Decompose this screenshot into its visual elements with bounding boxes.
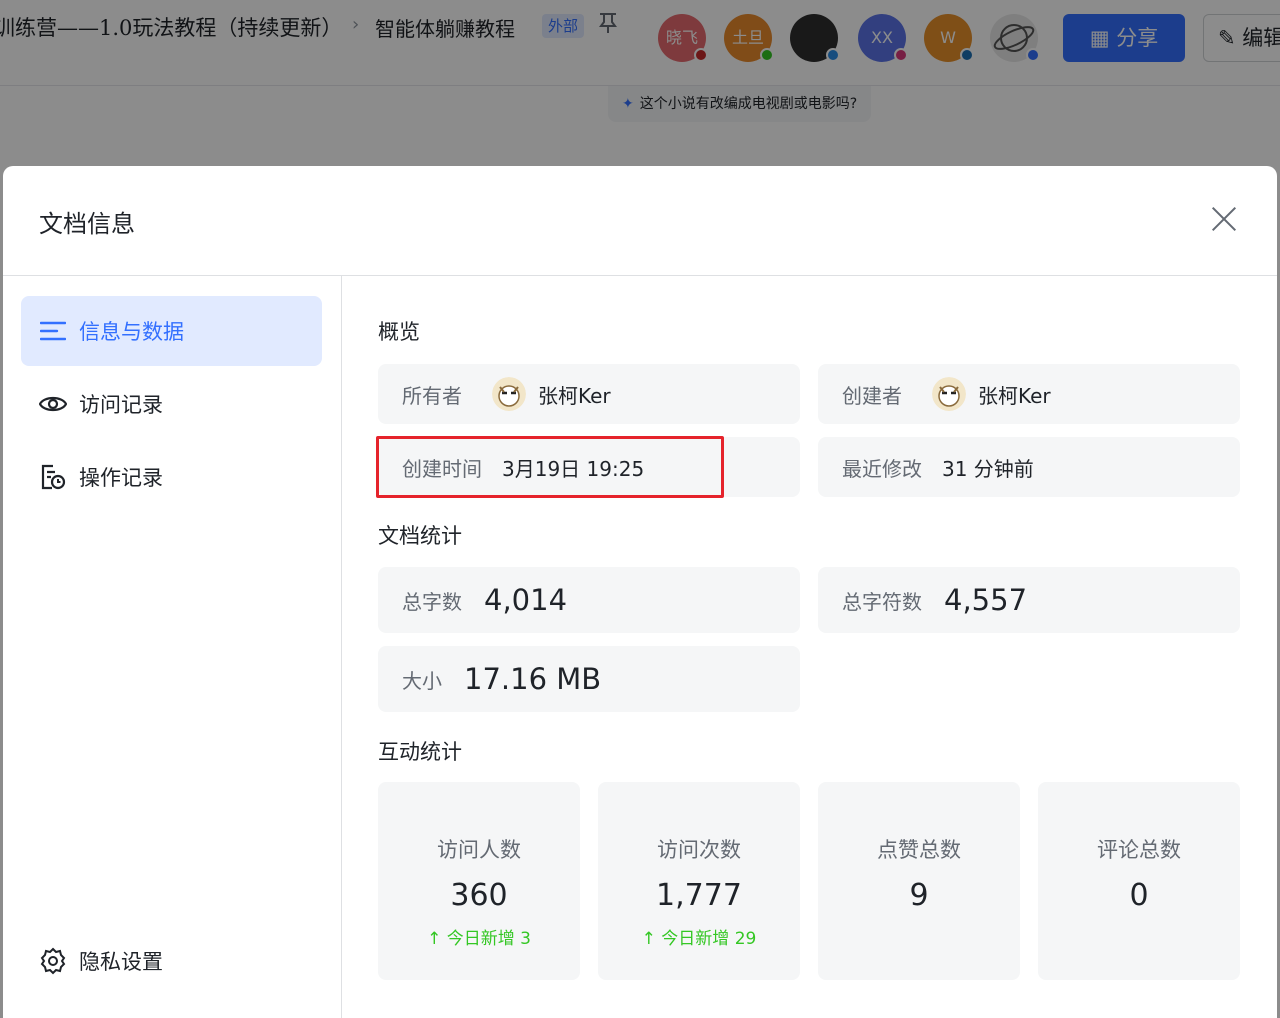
word-count-label: 总字数 <box>402 589 462 614</box>
stat-value: 0 <box>1129 878 1149 913</box>
overview-title: 概览 <box>378 320 420 344</box>
nav-visit-records[interactable]: 访问记录 <box>21 369 322 439</box>
visitors-stat: 访问人数 360 ↑ 今日新增 3 <box>378 782 580 980</box>
visits-stat: 访问次数 1,777 ↑ 今日新增 29 <box>598 782 800 980</box>
user-avatar[interactable] <box>932 377 966 411</box>
char-count-value: 4,557 <box>944 583 1028 617</box>
nav-label: 隐私设置 <box>79 950 163 974</box>
owner-label: 所有者 <box>402 383 462 408</box>
owner-card: 所有者 张柯Ker <box>378 364 800 424</box>
eye-icon <box>39 390 67 418</box>
nav-label: 信息与数据 <box>79 320 184 344</box>
last-modified-label: 最近修改 <box>842 456 922 481</box>
stat-label: 评论总数 <box>1097 838 1181 862</box>
stat-value: 9 <box>909 878 929 913</box>
nav-operation-records[interactable]: 操作记录 <box>21 442 322 512</box>
stat-increase: ↑ 今日新增 29 <box>641 929 757 949</box>
nav-privacy-settings[interactable]: 隐私设置 <box>21 926 322 996</box>
likes-stat: 点赞总数 9 <box>818 782 1020 980</box>
creator-label: 创建者 <box>842 383 902 408</box>
last-modified-value: 31 分钟前 <box>942 456 1034 481</box>
size-card: 大小 17.16 MB <box>378 646 800 712</box>
stat-value: 360 <box>450 878 508 913</box>
creator-card: 创建者 张柯Ker <box>818 364 1240 424</box>
last-modified-card: 最近修改 31 分钟前 <box>818 437 1240 497</box>
size-label: 大小 <box>402 668 442 693</box>
red-highlight-box <box>376 436 724 498</box>
word-count-value: 4,014 <box>484 583 568 617</box>
document-stats-title: 文档统计 <box>378 524 462 548</box>
stat-label: 点赞总数 <box>877 838 961 862</box>
stat-increase: ↑ 今日新增 3 <box>427 929 531 949</box>
stat-value: 1,777 <box>656 878 742 913</box>
comments-stat: 评论总数 0 <box>1038 782 1240 980</box>
dialog-title: 文档信息 <box>39 210 135 238</box>
owner-name[interactable]: 张柯Ker <box>538 380 611 409</box>
dialog-sidebar: 信息与数据 访问记录 操作记录 隐私设置 <box>3 276 342 1018</box>
stat-label: 访问次数 <box>657 838 741 862</box>
char-count-label: 总字符数 <box>842 589 922 614</box>
close-icon[interactable] <box>1209 204 1239 234</box>
stat-label: 访问人数 <box>437 838 521 862</box>
document-info-dialog: 文档信息 信息与数据 访问记录 操作记录 隐私设置 概览 所有者 张柯Ker 创… <box>3 166 1277 1018</box>
user-avatar[interactable] <box>492 377 526 411</box>
gear-icon <box>39 947 67 975</box>
list-icon <box>39 317 67 345</box>
nav-label: 操作记录 <box>79 466 163 490</box>
nav-info-and-data[interactable]: 信息与数据 <box>21 296 322 366</box>
interaction-stats-title: 互动统计 <box>378 740 462 764</box>
size-value: 17.16 MB <box>464 662 602 696</box>
nav-label: 访问记录 <box>79 393 163 417</box>
char-count-card: 总字符数 4,557 <box>818 567 1240 633</box>
history-icon <box>39 463 67 491</box>
creator-name[interactable]: 张柯Ker <box>978 380 1051 409</box>
dialog-header: 文档信息 <box>3 166 1277 276</box>
word-count-card: 总字数 4,014 <box>378 567 800 633</box>
